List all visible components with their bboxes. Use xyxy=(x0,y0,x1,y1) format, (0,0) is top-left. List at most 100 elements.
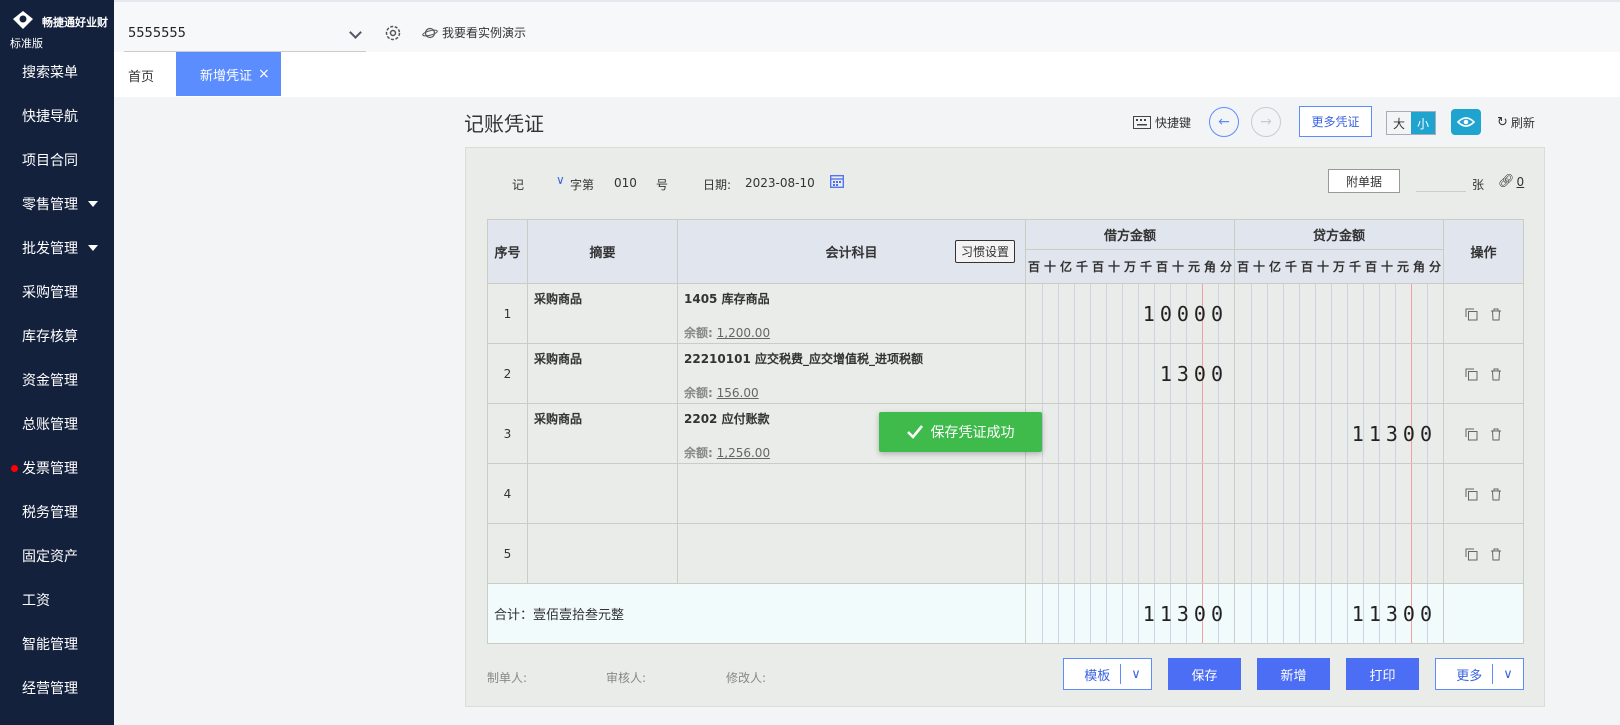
print-button[interactable]: 打印 xyxy=(1346,658,1419,690)
account-cell[interactable] xyxy=(677,463,1026,524)
more-button[interactable]: 更多 ∨ xyxy=(1435,658,1524,690)
credit-cell[interactable] xyxy=(1234,283,1444,344)
attachment-count-input[interactable] xyxy=(1416,191,1466,192)
debit-cell[interactable]: 10000 xyxy=(1025,283,1235,344)
sidebar-item[interactable]: 批发管理 xyxy=(0,226,114,270)
new-button[interactable]: 新增 xyxy=(1257,658,1330,690)
digit-line xyxy=(1378,284,1380,343)
notification-dot xyxy=(11,465,18,472)
total-label-cell: 合计：壹佰壹拾叁元整 xyxy=(487,583,1026,644)
sidebar-item[interactable]: 总账管理 xyxy=(0,402,114,446)
digit-line xyxy=(1395,284,1396,343)
header-summary: 摘要 xyxy=(527,219,678,284)
digit-line xyxy=(1154,524,1155,583)
size-small-option[interactable]: 小 xyxy=(1411,112,1435,134)
eye-toggle[interactable] xyxy=(1451,109,1481,135)
delete-icon[interactable] xyxy=(1490,308,1502,321)
attachment-button[interactable]: 附单据 xyxy=(1328,169,1400,193)
more-voucher-button[interactable]: 更多凭证 xyxy=(1299,106,1372,137)
sidebar-item[interactable]: 采购管理 xyxy=(0,270,114,314)
summary-cell[interactable]: 采购商品 xyxy=(527,283,678,344)
sidebar-item[interactable]: 资金管理 xyxy=(0,358,114,402)
demo-link[interactable]: 我要看实例演示 xyxy=(422,24,526,41)
digit-line xyxy=(1074,284,1075,343)
digit-line xyxy=(1378,344,1380,403)
account-select[interactable]: 5555555 xyxy=(124,22,366,52)
success-toast: 保存凭证成功 xyxy=(879,412,1042,452)
digit-line xyxy=(1378,524,1380,583)
chevron-down-icon[interactable]: ∨ xyxy=(1131,667,1141,682)
digit-line xyxy=(1202,524,1203,583)
chevron-down-icon[interactable]: ∨ xyxy=(1503,667,1513,682)
caret-down-icon xyxy=(88,245,98,251)
digit-label: 亿 xyxy=(1059,260,1072,274)
voucher-number[interactable]: 010 xyxy=(614,176,637,190)
save-button[interactable]: 保存 xyxy=(1168,658,1241,690)
debit-cell[interactable] xyxy=(1025,463,1235,524)
maker-label: 制单人: xyxy=(487,671,528,685)
summary-cell[interactable]: 采购商品 xyxy=(527,403,678,464)
account-cell[interactable]: 22210101 应交税费_应交增值税_进项税额 余额: 156.00 xyxy=(677,343,1026,404)
summary-cell[interactable]: 采购商品 xyxy=(527,343,678,404)
sidebar-item-label: 零售管理 xyxy=(22,197,78,213)
size-big-option[interactable]: 大 xyxy=(1387,112,1411,134)
delete-icon[interactable] xyxy=(1490,488,1502,501)
chevron-down-icon[interactable]: ∨ xyxy=(556,173,565,187)
account-cell[interactable] xyxy=(677,523,1026,584)
next-voucher-button[interactable]: → xyxy=(1251,107,1281,137)
sidebar-item[interactable]: 发票管理 xyxy=(0,446,114,490)
sidebar-item[interactable]: 经营管理 xyxy=(0,666,114,710)
sidebar-item[interactable]: 项目合同 xyxy=(0,138,114,182)
debit-cell[interactable] xyxy=(1025,403,1235,464)
copy-icon[interactable] xyxy=(1465,368,1478,381)
digit-line xyxy=(1106,404,1107,463)
shortcut-button[interactable]: 快捷键 xyxy=(1133,114,1191,131)
copy-icon[interactable] xyxy=(1465,488,1478,501)
prev-voucher-button[interactable]: ← xyxy=(1209,107,1239,137)
delete-icon[interactable] xyxy=(1490,428,1502,441)
debit-cell[interactable] xyxy=(1025,523,1235,584)
refresh-button[interactable]: ↻ 刷新 xyxy=(1497,114,1535,131)
balance-value: 156.00 xyxy=(716,386,759,400)
close-icon[interactable]: × xyxy=(258,66,270,82)
digit-line xyxy=(1331,344,1332,403)
sidebar-item[interactable]: 搜索菜单 xyxy=(0,50,114,94)
total-debit-cell: 11300 xyxy=(1025,583,1235,644)
copy-icon[interactable] xyxy=(1465,428,1478,441)
sidebar-item[interactable]: 工资 xyxy=(0,578,114,622)
sidebar-item[interactable]: 零售管理 xyxy=(0,182,114,226)
digit-grid xyxy=(1235,284,1443,343)
tab-home[interactable]: 首页 xyxy=(128,66,154,85)
debit-cell[interactable]: 1300 xyxy=(1025,343,1235,404)
gear-icon[interactable] xyxy=(384,24,402,42)
sidebar-item[interactable]: 快捷导航 xyxy=(0,94,114,138)
sidebar-item[interactable]: 固定资产 xyxy=(0,534,114,578)
copy-icon[interactable] xyxy=(1465,308,1478,321)
digit-line xyxy=(1315,404,1316,463)
date-input[interactable]: 2023-08-10 xyxy=(745,176,815,190)
copy-icon[interactable] xyxy=(1465,548,1478,561)
account-cell[interactable]: 1405 库存商品 余额: 1,200.00 xyxy=(677,283,1026,344)
delete-icon[interactable] xyxy=(1490,548,1502,561)
voucher-word[interactable]: 记 xyxy=(512,176,524,193)
digit-label: 千 xyxy=(1075,260,1088,274)
credit-cell[interactable]: 11300 xyxy=(1234,403,1444,464)
attachment-link[interactable]: 🔗︎ 0 xyxy=(1498,174,1524,189)
delete-icon[interactable] xyxy=(1490,368,1502,381)
credit-cell[interactable] xyxy=(1234,523,1444,584)
summary-cell[interactable] xyxy=(527,463,678,524)
credit-cell[interactable] xyxy=(1234,343,1444,404)
sidebar-item[interactable]: 库存核算 xyxy=(0,314,114,358)
sidebar-item[interactable]: 智能管理 xyxy=(0,622,114,666)
page-title: 记账凭证 xyxy=(464,112,544,136)
calendar-icon[interactable] xyxy=(830,174,844,188)
credit-cell[interactable] xyxy=(1234,463,1444,524)
template-button[interactable]: 模板 ∨ xyxy=(1063,658,1152,690)
summary-cell[interactable] xyxy=(527,523,678,584)
tab-new-voucher[interactable]: 新增凭证 × xyxy=(176,52,281,96)
tab-bar: 首页 新增凭证 × xyxy=(114,52,1620,97)
check-icon xyxy=(906,425,923,439)
digit-label: 角 xyxy=(1203,260,1216,274)
sidebar-item[interactable]: 税务管理 xyxy=(0,490,114,534)
habit-settings-button[interactable]: 习惯设置 xyxy=(954,240,1015,263)
